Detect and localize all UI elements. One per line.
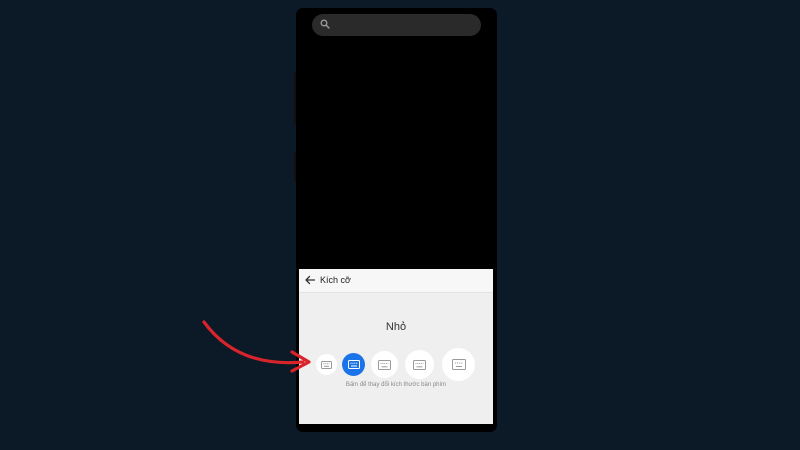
red-arrow-annotation xyxy=(202,320,311,373)
